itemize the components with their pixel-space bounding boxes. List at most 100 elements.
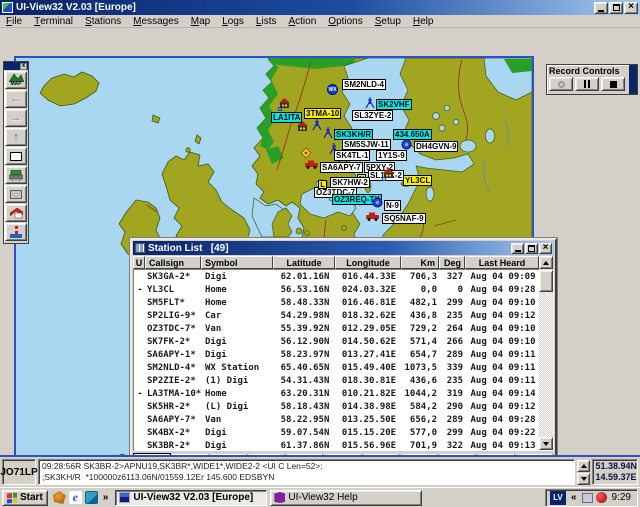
station-label[interactable]: YL3CL — [403, 175, 432, 186]
station-label[interactable]: N-9 — [384, 200, 401, 211]
stop-button[interactable] — [601, 77, 625, 91]
menu-file[interactable]: File — [0, 15, 28, 28]
tray-monitor-icon[interactable] — [582, 493, 593, 503]
close-button[interactable]: × — [624, 2, 638, 14]
quick-launch-overflow-icon[interactable]: » — [101, 492, 111, 503]
station-label[interactable]: DH4GVN-9 — [414, 141, 458, 152]
minimize-button[interactable] — [594, 2, 608, 14]
list-minimize-button[interactable] — [511, 243, 524, 254]
list-close-button[interactable]: × — [539, 243, 552, 254]
whole-map-button[interactable] — [5, 147, 27, 165]
column-header-symbol[interactable]: Symbol — [201, 256, 273, 269]
station-label[interactable]: SM2NLD-4 — [342, 79, 386, 90]
column-header-latitude[interactable]: Latitude — [273, 256, 335, 269]
task-button-help[interactable]: UI-View32 Help — [270, 490, 422, 506]
record-controls-titlebar[interactable] — [629, 65, 637, 94]
column-header-last-heard[interactable]: Last Heard — [465, 256, 539, 269]
menu-logs[interactable]: Logs — [216, 15, 250, 28]
internet-explorer-icon[interactable]: e — [69, 491, 82, 504]
station-list-scrollbar[interactable] — [539, 256, 553, 450]
menu-setup[interactable]: Setup — [369, 15, 407, 28]
column-header-callsign[interactable]: Callsign — [145, 256, 201, 269]
station-label[interactable]: SK4TL-1 — [334, 150, 370, 161]
cell-km: 656,2 — [402, 415, 440, 425]
list-maximize-button[interactable] — [525, 243, 538, 254]
grid-button[interactable] — [5, 185, 27, 203]
table-row[interactable]: SP2ZIE-2*(1) Digi54.31.43N018.30.81E436,… — [134, 374, 539, 387]
back-button[interactable]: ← — [5, 90, 27, 108]
tray-chevron-icon[interactable]: « — [569, 492, 579, 503]
forward-button[interactable]: → — [5, 109, 27, 127]
table-row[interactable]: SA6APY-1*Digi58.23.97N013.27.41E654,7289… — [134, 348, 539, 361]
table-row[interactable]: OZ3TDC-7*Van55.39.92N012.29.05E729,2264A… — [134, 322, 539, 335]
record-icon — [558, 81, 565, 88]
station-label[interactable]: 3TMA-10 — [304, 108, 341, 119]
station-symbol[interactable] — [382, 168, 386, 186]
beacon-button[interactable] — [5, 223, 27, 241]
terminal-button[interactable] — [5, 166, 27, 184]
station-symbol[interactable]: L — [318, 174, 327, 192]
station-label[interactable]: SK3KH/R — [334, 129, 373, 140]
map-button-label: MAP — [10, 82, 21, 87]
menu-terminal[interactable]: Terminal — [28, 15, 79, 28]
task-button-uiview[interactable]: UI-View32 V2.03 [Europe] — [115, 490, 267, 506]
start-button[interactable]: Start — [2, 490, 48, 506]
ball-icon — [372, 197, 383, 208]
cell-deg: 299 — [440, 298, 466, 308]
column-header-deg[interactable]: Deg — [439, 256, 465, 269]
table-row[interactable]: SK5HR-2*(L) Digi58.18.43N014.38.98E584,2… — [134, 400, 539, 413]
station-label[interactable]: SM5SJW-11 — [342, 139, 391, 150]
menu-stations[interactable]: Stations — [79, 15, 127, 28]
station-symbol[interactable]: WX — [327, 78, 338, 96]
station-label[interactable]: SK7HW-2 — [330, 177, 370, 188]
table-row[interactable]: -YL3CLHome56.53.16N024.03.32E0,00Aug 04 … — [134, 283, 539, 296]
table-row[interactable]: SK3GA-2*Digi62.01.16N016.44.33E706,3327A… — [134, 270, 539, 283]
station-label[interactable]: LA1ITA — [271, 112, 302, 123]
monitor-scroll-down-icon[interactable] — [577, 473, 590, 485]
tray-antivirus-icon[interactable] — [596, 492, 607, 503]
cell-deg: 319 — [440, 389, 466, 399]
menu-help[interactable]: Help — [407, 15, 440, 28]
station-label[interactable]: SK2VHF — [376, 99, 412, 110]
pause-button[interactable] — [575, 77, 599, 91]
monitor-scroll-up-icon[interactable] — [577, 460, 590, 472]
station-label[interactable]: SQ5NAF-9 — [382, 213, 426, 224]
table-row[interactable]: SM5FLT*Home58.48.33N016.46.81E482,1299Au… — [134, 296, 539, 309]
menu-action[interactable]: Action — [282, 15, 322, 28]
column-header-longitude[interactable]: Longitude — [335, 256, 401, 269]
quick-launch-icon-3[interactable] — [85, 491, 98, 504]
menu-options[interactable]: Options — [322, 15, 368, 28]
cell-lat: 54.29.98N — [274, 311, 336, 321]
map-select-button[interactable]: MAP — [5, 71, 27, 89]
station-label[interactable]: 1Y1S-9 — [376, 150, 407, 161]
language-indicator[interactable]: LV — [550, 491, 566, 505]
cell-symbol: Home — [202, 285, 274, 295]
table-row[interactable]: SK7FK-2*Digi56.12.90N014.50.62E571,4266A… — [134, 335, 539, 348]
table-row[interactable]: SA6APY-7*Van58.22.95N013.25.50E656,2289A… — [134, 413, 539, 426]
cell-lat: 63.20.31N — [274, 389, 336, 399]
cell-lon: 016.44.33E — [336, 272, 402, 282]
scroll-up-icon[interactable] — [539, 256, 553, 269]
table-row[interactable]: -LA3TMA-10*Home63.20.31N010.21.82E1044,2… — [134, 387, 539, 400]
menu-lists[interactable]: Lists — [250, 15, 283, 28]
quick-launch-icon-1[interactable] — [53, 491, 66, 504]
scroll-thumb[interactable] — [539, 270, 553, 292]
menu-map[interactable]: Map — [185, 15, 216, 28]
toolbar-close-icon[interactable]: x — [20, 63, 27, 70]
scroll-down-icon[interactable] — [539, 437, 553, 450]
table-row[interactable]: SM2NLD-4*WX Station65.40.65N015.49.40E10… — [134, 361, 539, 374]
zoom-out-button[interactable]: ↑ — [5, 128, 27, 146]
record-button[interactable] — [549, 77, 573, 91]
menu-messages[interactable]: Messages — [127, 15, 185, 28]
table-row[interactable]: SK3BR-2*Digi61.37.86N015.56.96E701,9322A… — [134, 439, 539, 450]
labels-toggle-button[interactable] — [5, 204, 27, 222]
station-label[interactable]: SL3ZYE-2 — [352, 110, 393, 121]
column-header-u[interactable]: U — [133, 256, 145, 269]
table-row[interactable]: SK4BX-2*Digi59.07.54N015.15.20E577,0299A… — [134, 426, 539, 439]
restore-button[interactable] — [609, 2, 623, 14]
station-label[interactable]: 434.650A — [393, 129, 432, 140]
map-toolbar-titlebar[interactable]: x — [4, 62, 28, 70]
station-list-titlebar[interactable]: Station List [49] × — [133, 241, 554, 255]
table-row[interactable]: SP2LIG-9*Car54.29.98N018.32.62E436,8235A… — [134, 309, 539, 322]
column-header-km[interactable]: Km — [401, 256, 439, 269]
